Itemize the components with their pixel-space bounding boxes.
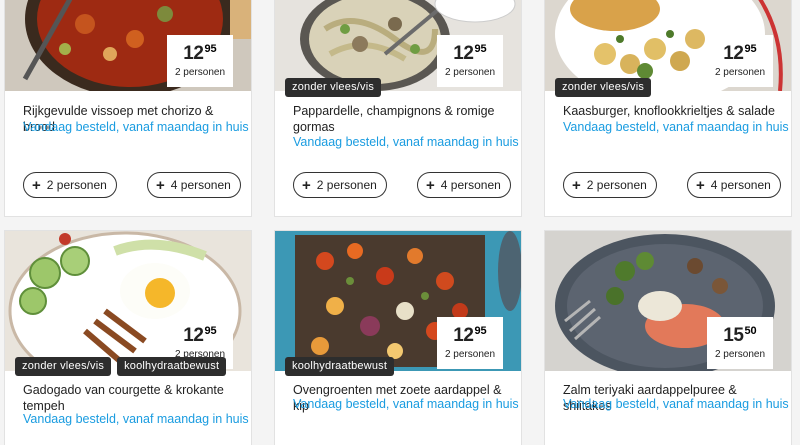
price-main: 15: [723, 325, 744, 346]
button-label: 4 personen: [710, 178, 771, 192]
price-main: 12: [723, 43, 744, 64]
plus-icon: +: [32, 176, 41, 194]
recipe-title[interactable]: Pappardelle, champignons & romige gormas: [293, 103, 509, 135]
tag-list: koolhydraatbewust: [285, 357, 395, 376]
price-cents: 95: [204, 43, 217, 55]
price-cents: 95: [474, 43, 487, 55]
recipe-card[interactable]: 1295 2 personen zonder vlees/vis Pappard…: [274, 0, 522, 217]
recipe-title[interactable]: Kaasburger, knoflookkrieltjes & salade: [563, 103, 779, 119]
tag-list: zonder vlees/vis koolhydraatbewust: [15, 357, 227, 376]
price-cents: 95: [474, 325, 487, 337]
add-4-persons-button[interactable]: +4 personen: [147, 172, 241, 198]
recipe-card[interactable]: 1295 2 personen zonder vlees/vis koolhyd…: [4, 230, 252, 445]
button-label: 4 personen: [440, 178, 501, 192]
price-cents: 50: [744, 325, 757, 337]
plus-icon: +: [572, 176, 581, 194]
price-persons: 2 personen: [174, 67, 226, 78]
delivery-note: Vandaag besteld, vanaf maandag in huis: [293, 397, 519, 411]
price-tag: 1295 2 personen: [167, 35, 233, 87]
button-label: 2 personen: [316, 178, 377, 192]
add-2-persons-button[interactable]: +2 personen: [23, 172, 117, 198]
diet-tag: zonder vlees/vis: [285, 78, 382, 97]
price-cents: 95: [204, 325, 217, 337]
price-persons: 2 personen: [714, 349, 766, 360]
add-4-persons-button[interactable]: +4 personen: [687, 172, 781, 198]
price-persons: 2 personen: [444, 349, 496, 360]
price-main: 12: [453, 43, 474, 64]
delivery-note: Vandaag besteld, vanaf maandag in huis: [293, 135, 519, 149]
delivery-note: Vandaag besteld, vanaf maandag in huis: [563, 120, 789, 134]
tag-list: zonder vlees/vis: [285, 78, 382, 97]
button-label: 2 personen: [46, 178, 107, 192]
price-main: 12: [183, 325, 204, 346]
plus-icon: +: [156, 176, 165, 194]
diet-tag: zonder vlees/vis: [555, 78, 652, 97]
delivery-note: Vandaag besteld, vanaf maandag in huis: [23, 120, 249, 134]
diet-tag: koolhydraatbewust: [117, 357, 227, 376]
price-tag: 1295 2 personen: [707, 35, 773, 87]
recipe-card[interactable]: 1295 2 personen koolhydraatbewust Ovengr…: [274, 230, 522, 445]
delivery-note: Vandaag besteld, vanaf maandag in huis: [23, 412, 249, 426]
plus-icon: +: [426, 176, 435, 194]
add-4-persons-button[interactable]: +4 personen: [417, 172, 511, 198]
recipe-title[interactable]: Gadogado van courgette & krokante tempeh: [23, 382, 239, 414]
price-cents: 95: [744, 43, 757, 55]
plus-icon: +: [302, 176, 311, 194]
price-main: 12: [453, 325, 474, 346]
price-main: 12: [183, 43, 204, 64]
recipe-card[interactable]: 1550 2 personen Zalm teriyaki aardappelp…: [544, 230, 792, 445]
price-persons: 2 personen: [444, 67, 496, 78]
tag-list: zonder vlees/vis: [555, 78, 652, 97]
button-label: 2 personen: [586, 178, 647, 192]
diet-tag: zonder vlees/vis: [15, 357, 112, 376]
price-tag: 1550 2 personen: [707, 317, 773, 369]
recipe-card[interactable]: 1295 2 personen Rijkgevulde vissoep met …: [4, 0, 252, 217]
delivery-note: Vandaag besteld, vanaf maandag in huis: [563, 397, 789, 411]
add-2-persons-button[interactable]: +2 personen: [293, 172, 387, 198]
price-tag: 1295 2 personen: [437, 35, 503, 87]
price-persons: 2 personen: [714, 67, 766, 78]
add-2-persons-button[interactable]: +2 personen: [563, 172, 657, 198]
plus-icon: +: [696, 176, 705, 194]
recipe-card[interactable]: 1295 2 personen zonder vlees/vis Kaasbur…: [544, 0, 792, 217]
price-tag: 1295 2 personen: [437, 317, 503, 369]
diet-tag: koolhydraatbewust: [285, 357, 395, 376]
button-label: 4 personen: [170, 178, 231, 192]
